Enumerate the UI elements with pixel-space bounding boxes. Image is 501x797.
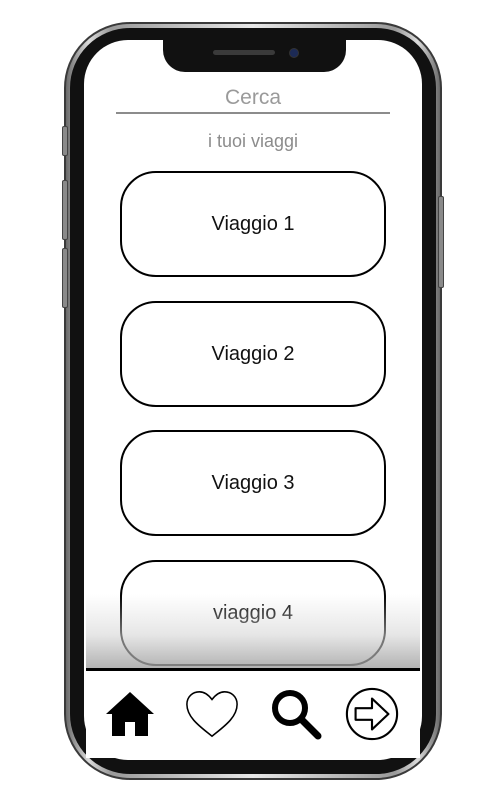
nav-login-button[interactable] bbox=[344, 686, 400, 742]
login-arrow-icon bbox=[345, 687, 399, 741]
volume-up-button bbox=[62, 180, 68, 240]
front-camera bbox=[289, 48, 299, 58]
heart-icon bbox=[186, 691, 238, 738]
nav-home-button[interactable] bbox=[102, 686, 158, 742]
home-icon bbox=[106, 692, 154, 736]
section-title: i tuoi viaggi bbox=[207, 131, 299, 151]
power-button bbox=[438, 196, 444, 288]
nav-favorites-button[interactable] bbox=[184, 686, 240, 742]
phone-mockup: Cerca i tuoi viaggi Viaggio 1 Viaggio 2 … bbox=[0, 0, 501, 797]
trip-card-2[interactable]: Viaggio 2 bbox=[120, 301, 386, 407]
speaker-grille bbox=[213, 50, 275, 55]
trip-card-1[interactable]: Viaggio 1 bbox=[120, 171, 386, 277]
trip-card-4[interactable]: viaggio 4 bbox=[120, 560, 386, 666]
mute-switch bbox=[62, 126, 68, 156]
volume-down-button bbox=[62, 248, 68, 308]
notch bbox=[163, 40, 346, 72]
search-underline bbox=[116, 112, 390, 114]
search-input[interactable]: Cerca bbox=[116, 86, 390, 110]
nav-search-button[interactable] bbox=[268, 686, 324, 742]
search-icon bbox=[272, 690, 322, 740]
trip-card-3[interactable]: Viaggio 3 bbox=[120, 430, 386, 536]
